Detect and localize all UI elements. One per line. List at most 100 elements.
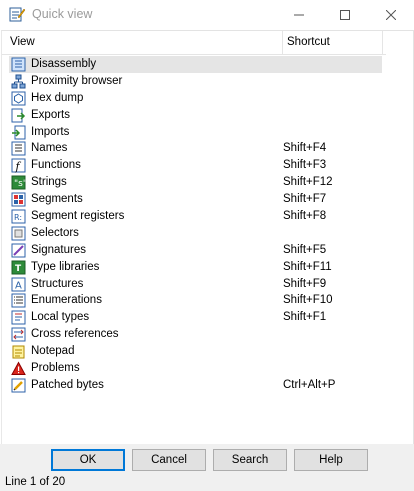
local-types-icon <box>11 310 26 325</box>
view-label: Disassembly <box>31 58 97 70</box>
shortcut-label: Shift+F1 <box>283 311 327 324</box>
view-label: Signatures <box>31 243 86 256</box>
view-label: Functions <box>31 159 81 172</box>
list-item[interactable]: Exports <box>2 107 386 124</box>
view-cell: Problems <box>9 360 382 377</box>
maximize-icon <box>340 10 350 20</box>
list-item[interactable]: Selectors <box>2 225 386 242</box>
view-label: Type libraries <box>31 260 100 273</box>
exports-icon <box>11 108 26 123</box>
view-label: Local types <box>31 311 90 324</box>
view-cell: Disassembly <box>9 56 382 73</box>
view-cell: Notepad <box>9 343 382 360</box>
shortcut-label: Shift+F12 <box>283 176 333 189</box>
view-label: Structures <box>31 277 84 290</box>
hex-dump-icon <box>11 91 26 106</box>
dialog-footer: OK Cancel Search Help Line 1 of 20 <box>0 444 414 491</box>
quick-view-icon <box>9 6 26 22</box>
disassembly-icon <box>11 57 26 72</box>
list-header: View Shortcut <box>2 31 386 55</box>
names-icon <box>11 141 26 156</box>
view-label: Enumerations <box>31 294 102 307</box>
list-item[interactable]: A Structures Shift+F9 <box>2 276 386 293</box>
list-item[interactable]: Local types Shift+F1 <box>2 309 386 326</box>
view-cell: Cross references <box>9 326 382 343</box>
segments-icon <box>11 192 26 207</box>
functions-icon: f <box>11 158 26 173</box>
shortcut-label: Shift+F11 <box>283 260 332 273</box>
list-item[interactable]: Segments Shift+F7 <box>2 191 386 208</box>
svg-text:A: A <box>15 280 22 291</box>
view-cell: Imports <box>9 124 382 141</box>
shortcut-label: Shift+F5 <box>283 243 327 256</box>
shortcut-label: Shift+F8 <box>283 210 327 223</box>
status-line: Line 1 of 20 <box>5 476 66 488</box>
shortcut-label: Shift+F9 <box>283 277 327 290</box>
view-label: Patched bytes <box>31 378 104 391</box>
list-item[interactable]: Imports <box>2 124 386 141</box>
view-label: Strings <box>31 176 67 189</box>
cross-references-icon <box>11 327 26 342</box>
view-label: Segment registers <box>31 210 125 223</box>
view-label: Proximity browser <box>31 74 123 87</box>
column-header-view[interactable]: View <box>2 31 283 54</box>
column-header-shortcut[interactable]: Shortcut <box>283 31 383 54</box>
enumerations-icon <box>11 293 26 308</box>
list-item[interactable]: Problems <box>2 360 386 377</box>
segment-registers-icon: R: <box>11 209 26 224</box>
selectors-icon <box>11 226 26 241</box>
title-bar: Quick view <box>0 0 414 30</box>
list-item[interactable]: "s" Strings Shift+F12 <box>2 174 386 191</box>
list-item[interactable]: Enumerations Shift+F10 <box>2 292 386 309</box>
views-list[interactable]: View Shortcut Disassembly Proximity brows… <box>1 30 414 445</box>
view-label: Exports <box>31 108 70 121</box>
shortcut-label: Shift+F3 <box>283 159 327 172</box>
list-item[interactable]: Signatures Shift+F5 <box>2 242 386 259</box>
list-item[interactable]: Notepad <box>2 343 386 360</box>
signatures-icon <box>11 243 26 258</box>
ok-button[interactable]: OK <box>51 449 125 471</box>
minimize-icon <box>294 14 304 16</box>
shortcut-label: Shift+F4 <box>283 142 327 155</box>
list-item[interactable]: T Type libraries Shift+F11 <box>2 259 386 276</box>
maximize-button[interactable] <box>322 0 368 30</box>
shortcut-label: Ctrl+Alt+P <box>283 378 336 391</box>
svg-text:R:: R: <box>14 213 22 222</box>
svg-text:"s": "s" <box>14 179 26 189</box>
view-label: Notepad <box>31 345 75 358</box>
view-cell: Exports <box>9 107 382 124</box>
patched-bytes-icon <box>11 378 26 393</box>
svg-text:T: T <box>15 264 22 274</box>
search-button[interactable]: Search <box>213 449 287 471</box>
list-item[interactable]: Names Shift+F4 <box>2 140 386 157</box>
imports-icon <box>11 125 26 140</box>
list-item[interactable]: Patched bytes Ctrl+Alt+P <box>2 377 386 394</box>
list-item[interactable]: R: Segment registers Shift+F8 <box>2 208 386 225</box>
close-icon <box>386 10 396 20</box>
view-label: Names <box>31 142 68 155</box>
list-rows: Disassembly Proximity browser Hex dump Expo… <box>2 56 386 394</box>
close-button[interactable] <box>368 0 414 30</box>
help-button[interactable]: Help <box>294 449 368 471</box>
list-item[interactable]: f Functions Shift+F3 <box>2 157 386 174</box>
notepad-icon <box>11 344 26 359</box>
view-label: Selectors <box>31 226 79 239</box>
view-label: Problems <box>31 362 80 375</box>
strings-icon: "s" <box>11 175 27 190</box>
problems-icon <box>11 361 26 376</box>
minimize-button[interactable] <box>276 0 322 30</box>
view-label: Cross references <box>31 328 119 341</box>
view-cell: Selectors <box>9 225 382 242</box>
view-label: Imports <box>31 125 70 138</box>
window-title: Quick view <box>32 7 93 21</box>
type-libraries-icon: T <box>11 260 26 275</box>
list-item[interactable]: Cross references <box>2 326 386 343</box>
shortcut-label: Shift+F7 <box>283 193 327 206</box>
view-cell: Hex dump <box>9 90 382 107</box>
proximity-browser-icon <box>11 74 26 89</box>
list-item[interactable]: Disassembly <box>2 56 386 73</box>
list-item[interactable]: Hex dump <box>2 90 386 107</box>
cancel-button[interactable]: Cancel <box>132 449 206 471</box>
structures-icon: A <box>11 277 26 292</box>
list-item[interactable]: Proximity browser <box>2 73 386 90</box>
